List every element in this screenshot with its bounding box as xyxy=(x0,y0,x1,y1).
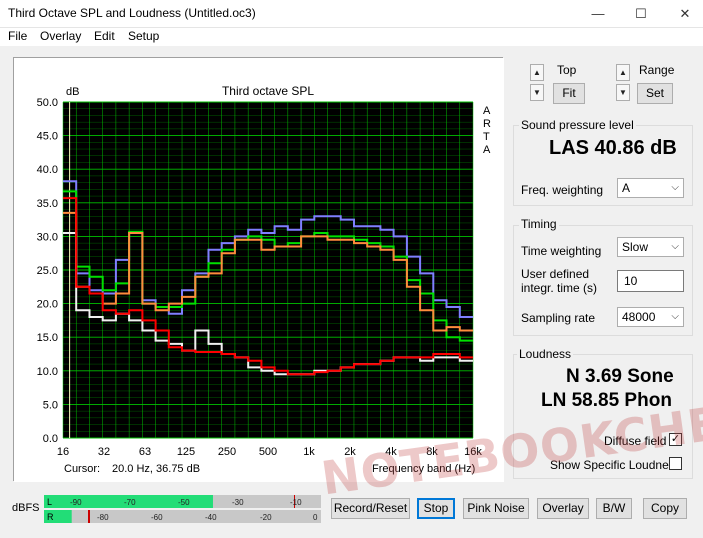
integr-label-line2: integr. time (s) xyxy=(521,281,598,295)
integr-label-line1: User defined xyxy=(521,267,590,281)
x-tick-label: 16 xyxy=(57,446,69,458)
menu-edit[interactable]: Edit xyxy=(94,29,115,43)
y-tick-label: 40.0 xyxy=(37,164,58,176)
meter-tick: -90 xyxy=(70,498,82,507)
y-tick-label: 45.0 xyxy=(37,131,58,143)
meter-tick: -30 xyxy=(232,498,244,507)
specific-loudness-label: Show Specific Loudness xyxy=(550,458,681,472)
time-weighting-value: Slow xyxy=(622,240,649,254)
x-tick-label: 250 xyxy=(218,446,236,458)
chevron-down-icon: ⌵ xyxy=(671,241,679,252)
menu-overlay[interactable]: Overlay xyxy=(40,29,81,43)
y-tick-label: 5.0 xyxy=(43,399,58,411)
meter-tick: -40 xyxy=(205,513,217,522)
diffuse-field-checkbox[interactable]: ✓ xyxy=(669,433,682,446)
y-tick-label: 50.0 xyxy=(37,97,58,109)
menu-bar: File Overlay Edit Setup xyxy=(0,28,703,46)
minimize-button[interactable]: — xyxy=(583,2,613,26)
close-button[interactable]: ✕ xyxy=(670,2,700,26)
overlay-button[interactable]: Overlay xyxy=(537,498,589,519)
x-tick-label: 16k xyxy=(464,446,482,458)
top-label: Top xyxy=(557,63,577,77)
y-tick-label: 35.0 xyxy=(37,198,58,210)
y-tick-label: 30.0 xyxy=(37,231,58,243)
copy-button[interactable]: Copy xyxy=(643,498,687,519)
top-down-spinner[interactable]: ▼ xyxy=(530,84,544,101)
record-reset-button[interactable]: Record/Reset xyxy=(331,498,410,519)
y-tick-label: 20.0 xyxy=(37,299,58,311)
chevron-down-icon: ⌵ xyxy=(671,182,679,193)
set-button[interactable]: Set xyxy=(637,83,673,104)
third-octave-spl-chart[interactable]: 50.0 45.0 40.0 35.0 30.0 25.0 20.0 15.0 10.0 5.0 0… xyxy=(14,58,504,482)
specific-loudness-checkbox[interactable] xyxy=(669,457,682,470)
sampling-rate-value: 48000 xyxy=(622,310,656,324)
x-tick-label: 63 xyxy=(139,446,151,458)
y-tick-label: 15.0 xyxy=(37,332,58,344)
loudness-group-title: Loudness xyxy=(517,347,574,361)
spl-chart-frame[interactable]: 50.0 45.0 40.0 35.0 30.0 25.0 20.0 15.0 10.0 5.0 0… xyxy=(13,57,504,482)
freq-weighting-value: A xyxy=(622,181,631,195)
chart-title: Third octave SPL xyxy=(222,84,314,98)
cursor-label: Cursor: xyxy=(64,463,100,475)
pink-noise-button[interactable]: Pink Noise xyxy=(463,498,529,519)
diffuse-field-label: Diffuse field xyxy=(604,434,667,448)
arta-letter: T xyxy=(483,131,490,143)
range-label: Range xyxy=(639,63,675,77)
integr-time-input[interactable]: 10 xyxy=(617,270,684,292)
spl-value: LAS 40.86 dB xyxy=(549,137,677,159)
x-tick-label: 4k xyxy=(385,446,397,458)
meter-tick: 0 xyxy=(313,513,318,522)
x-axis-label: Frequency band (Hz) xyxy=(372,463,475,475)
stop-button[interactable]: Stop xyxy=(417,498,455,519)
meter-tick: -10 xyxy=(290,498,302,507)
menu-setup[interactable]: Setup xyxy=(128,29,159,43)
x-tick-label: 125 xyxy=(177,446,195,458)
arta-letter: A xyxy=(483,105,491,117)
time-weighting-label: Time weighting xyxy=(521,244,602,258)
y-axis-unit: dB xyxy=(66,86,79,98)
meter-tick: -60 xyxy=(151,513,163,522)
channel-right: R xyxy=(47,512,54,522)
level-meter: L R -90 -70 -50 -30 -10 -80 -60 -40 -20 … xyxy=(44,495,321,523)
y-tick-label: 0.0 xyxy=(43,433,58,445)
freq-weighting-select[interactable]: A ⌵ xyxy=(617,178,684,198)
window-title: Third Octave SPL and Loudness (Untitled.… xyxy=(8,6,256,20)
spl-group-title: Sound pressure level xyxy=(519,118,636,132)
range-up-spinner[interactable]: ▲ xyxy=(616,64,630,81)
chevron-down-icon: ⌵ xyxy=(671,311,679,322)
title-bar: Third Octave SPL and Loudness (Untitled.… xyxy=(0,0,703,28)
x-tick-label: 500 xyxy=(259,446,277,458)
x-tick-label: 8k xyxy=(426,446,438,458)
meter-label: dBFS xyxy=(12,502,40,514)
arta-letter: A xyxy=(483,144,491,156)
x-tick-label: 2k xyxy=(344,446,356,458)
sampling-rate-label: Sampling rate xyxy=(521,311,596,325)
top-up-spinner[interactable]: ▲ xyxy=(530,64,544,81)
meter-tick: -20 xyxy=(260,513,272,522)
loudness-phon: LN 58.85 Phon xyxy=(541,390,672,411)
freq-weighting-label: Freq. weighting xyxy=(521,183,604,197)
x-tick-label: 32 xyxy=(98,446,110,458)
loudness-sone: N 3.69 Sone xyxy=(566,366,674,387)
timing-group-title: Timing xyxy=(519,217,559,231)
fit-button[interactable]: Fit xyxy=(553,83,585,104)
menu-file[interactable]: File xyxy=(8,29,27,43)
cursor-value: 20.0 Hz, 36.75 dB xyxy=(112,463,200,475)
meter-tick: -50 xyxy=(178,498,190,507)
time-weighting-select[interactable]: Slow ⌵ xyxy=(617,237,684,257)
sampling-rate-select[interactable]: 48000 ⌵ xyxy=(617,307,684,327)
y-tick-label: 10.0 xyxy=(37,366,58,378)
arta-letter: R xyxy=(483,118,491,130)
meter-tick: -80 xyxy=(97,513,109,522)
x-tick-label: 1k xyxy=(303,446,315,458)
y-tick-label: 25.0 xyxy=(37,265,58,277)
channel-left: L xyxy=(47,497,52,507)
meter-tick: -70 xyxy=(124,498,136,507)
bw-button[interactable]: B/W xyxy=(596,498,632,519)
maximize-button[interactable]: ☐ xyxy=(626,2,656,26)
range-down-spinner[interactable]: ▼ xyxy=(616,84,630,101)
